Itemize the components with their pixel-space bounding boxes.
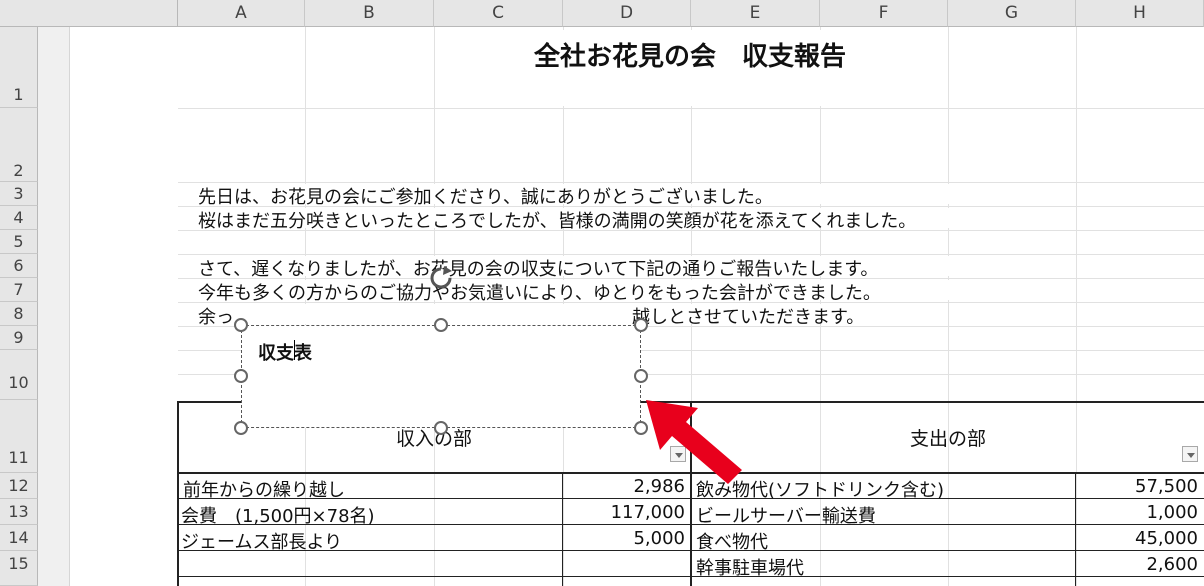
row-header-8[interactable]: 8 xyxy=(0,302,38,326)
resize-handle-top-right[interactable] xyxy=(634,318,648,332)
income-label: ジェームス部長より xyxy=(181,532,343,553)
expense-amount: 2,600 xyxy=(1146,554,1198,575)
expense-amount: 1,000 xyxy=(1146,502,1198,523)
resize-handle-bottom-left[interactable] xyxy=(234,421,248,435)
row-header-13[interactable]: 13 xyxy=(0,499,38,525)
column-header-f[interactable]: F xyxy=(820,0,948,27)
column-header-c[interactable]: C xyxy=(434,0,563,27)
resize-handle-middle-right[interactable] xyxy=(634,369,648,383)
expense-amount: 45,000 xyxy=(1135,528,1198,549)
row-header-11[interactable]: 11 xyxy=(0,400,38,473)
grid-line xyxy=(178,108,1204,109)
row-header-3[interactable]: 3 xyxy=(0,182,38,206)
row-header-12[interactable]: 12 xyxy=(0,473,38,499)
row-header-2[interactable]: 2 xyxy=(0,108,38,182)
dropdown-arrow-icon[interactable] xyxy=(1182,446,1198,462)
row-header-10[interactable]: 10 xyxy=(0,350,38,400)
column-header-h[interactable]: H xyxy=(1076,0,1204,27)
expense-label: ビールサーバー輸送費 xyxy=(696,506,876,527)
row-header-7[interactable]: 7 xyxy=(0,278,38,302)
column-header-e[interactable]: E xyxy=(691,0,820,27)
paragraph-row-6: さて、遅くなりましたが、お花見の会の収支について下記の通りご報告いたします。 xyxy=(198,259,879,280)
row-header-9[interactable]: 9 xyxy=(0,326,38,350)
page-title: 全社お花見の会 収支報告 xyxy=(533,42,846,72)
text-cursor xyxy=(294,340,295,360)
column-header-d[interactable]: D xyxy=(563,0,691,27)
column-header-b[interactable]: B xyxy=(305,0,434,27)
row-header-6[interactable]: 6 xyxy=(0,254,38,278)
paragraph-row-3: 先日は、お花見の会にご参加くださり、誠にありがとうございました。 xyxy=(198,187,773,208)
row-header-5[interactable]: 5 xyxy=(0,230,38,254)
select-all-corner[interactable] xyxy=(0,0,178,27)
income-label: 前年からの繰り越し xyxy=(183,480,345,501)
textbox-text[interactable]: 収支表 xyxy=(258,339,312,365)
paragraph-row-8-end: 越しとさせていただきます。 xyxy=(632,307,865,328)
row-header-15[interactable]: 15 xyxy=(0,551,38,586)
row-header-1[interactable]: 1 xyxy=(0,27,38,108)
column-header-g[interactable]: G xyxy=(948,0,1076,27)
expense-amount: 57,500 xyxy=(1135,476,1198,497)
textbox-shape[interactable]: 収支表 xyxy=(241,325,641,428)
expense-header: 支出の部 xyxy=(909,428,986,450)
paragraph-row-7: 今年も多くの方からのご協力やお気遣いにより、ゆとりをもった会計ができました。 xyxy=(198,283,881,304)
resize-handle-top-middle[interactable] xyxy=(434,318,448,332)
income-amount: 117,000 xyxy=(610,502,685,523)
resize-handle-bottom-middle[interactable] xyxy=(434,421,448,435)
resize-handle-top-left[interactable] xyxy=(234,318,248,332)
column-header-a[interactable]: A xyxy=(178,0,305,27)
expense-label: 幹事駐車場代 xyxy=(696,558,804,579)
red-arrow-icon xyxy=(646,400,742,484)
income-amount: 5,000 xyxy=(633,528,685,549)
resize-handle-middle-left[interactable] xyxy=(234,369,248,383)
paragraph-row-8-start: 余っ xyxy=(198,307,234,328)
expense-label: 食べ物代 xyxy=(696,532,768,553)
row-header-14[interactable]: 14 xyxy=(0,525,38,551)
income-label: 会費 (1,500円×78名) xyxy=(181,506,375,527)
grid-line xyxy=(948,27,949,586)
rotate-handle-icon[interactable] xyxy=(428,265,454,291)
row-header-4[interactable]: 4 xyxy=(0,206,38,230)
paragraph-row-4: 桜はまだ五分咲きといったところでしたが、皆様の満開の笑顔が花を添えてくれました。 xyxy=(198,211,917,232)
